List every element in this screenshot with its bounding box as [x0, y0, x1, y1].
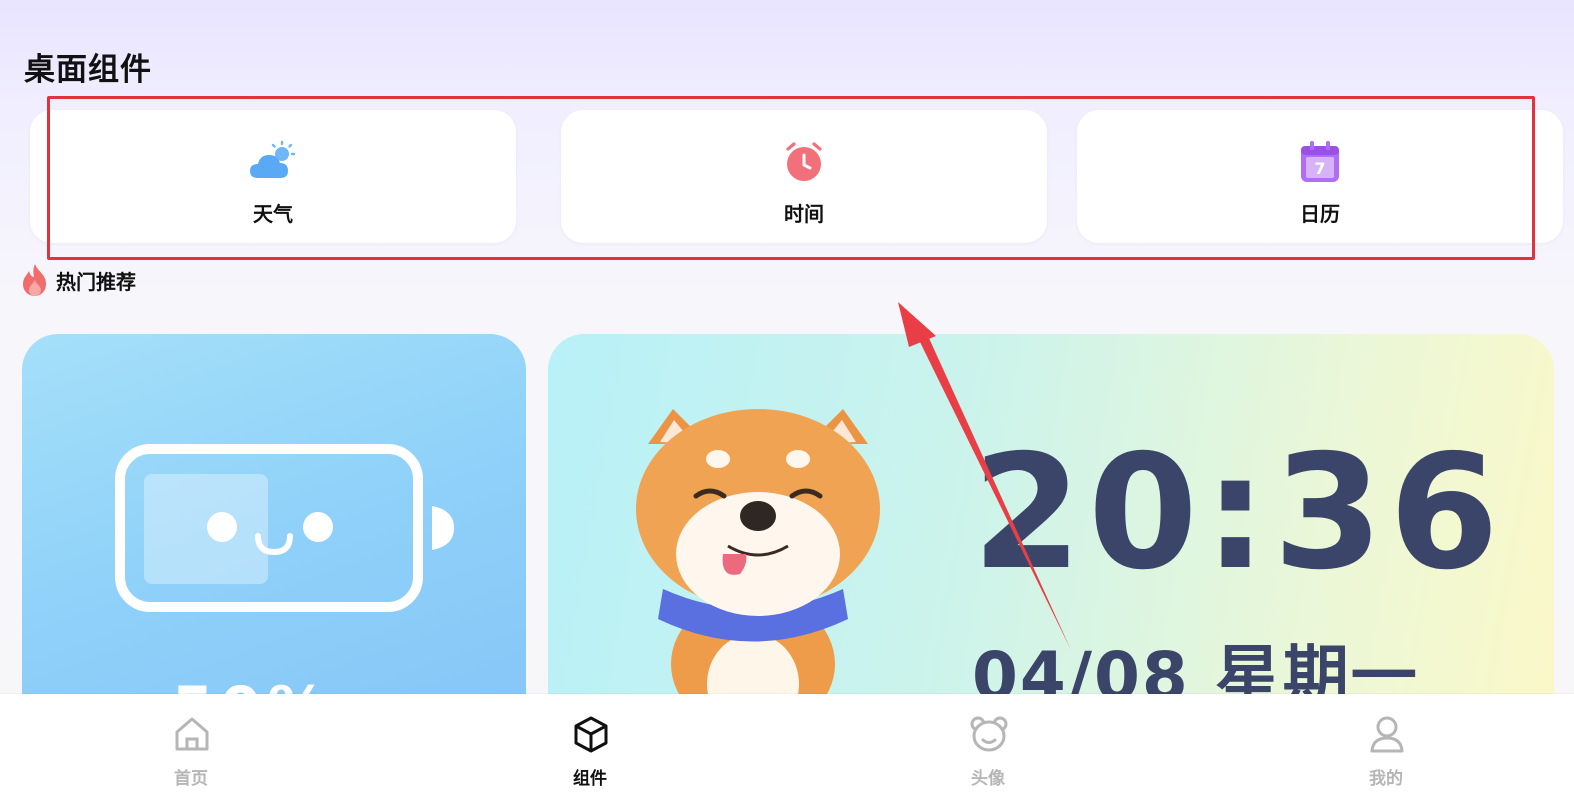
category-label: 日历	[1300, 202, 1340, 226]
tab-home[interactable]: 首页	[131, 694, 251, 806]
hot-section-label: 热门推荐	[56, 269, 136, 294]
user-icon	[1370, 716, 1404, 753]
category-label: 时间	[784, 202, 824, 226]
home-icon	[175, 717, 209, 751]
category-label: 天气	[253, 202, 293, 226]
category-row: 天气 时间 7 日历	[0, 0, 1574, 260]
fire-icon	[23, 264, 46, 296]
tab-mine[interactable]: 我的	[1326, 694, 1446, 806]
shiba-dog-image	[636, 409, 880, 704]
calendar-number: 7	[1314, 159, 1325, 178]
tab-avatar[interactable]: 头像	[928, 694, 1048, 806]
alarm-clock-icon	[786, 142, 822, 181]
clock-widget-card[interactable]: 20:36 04/08 星期一	[548, 334, 1554, 734]
tab-label: 头像	[971, 769, 1005, 789]
tab-label: 我的	[1369, 769, 1403, 789]
clock-time: 20:36	[972, 421, 1505, 605]
calendar-icon: 7	[1301, 141, 1339, 182]
bear-icon	[970, 716, 1008, 752]
weather-icon	[250, 140, 296, 178]
hot-section-title: 热门推荐	[20, 262, 136, 298]
tab-widgets[interactable]: 组件	[530, 694, 650, 806]
category-weather[interactable]: 天气	[30, 110, 516, 243]
battery-widget-card[interactable]: 50%	[22, 334, 526, 734]
tab-label: 首页	[174, 769, 208, 789]
bottom-tab-bar: 首页 组件 头像 我的	[0, 694, 1574, 806]
category-time[interactable]: 时间	[561, 110, 1047, 243]
category-calendar[interactable]: 7 日历	[1077, 110, 1563, 243]
tab-label: 组件	[573, 769, 607, 789]
cube-icon	[574, 716, 608, 753]
